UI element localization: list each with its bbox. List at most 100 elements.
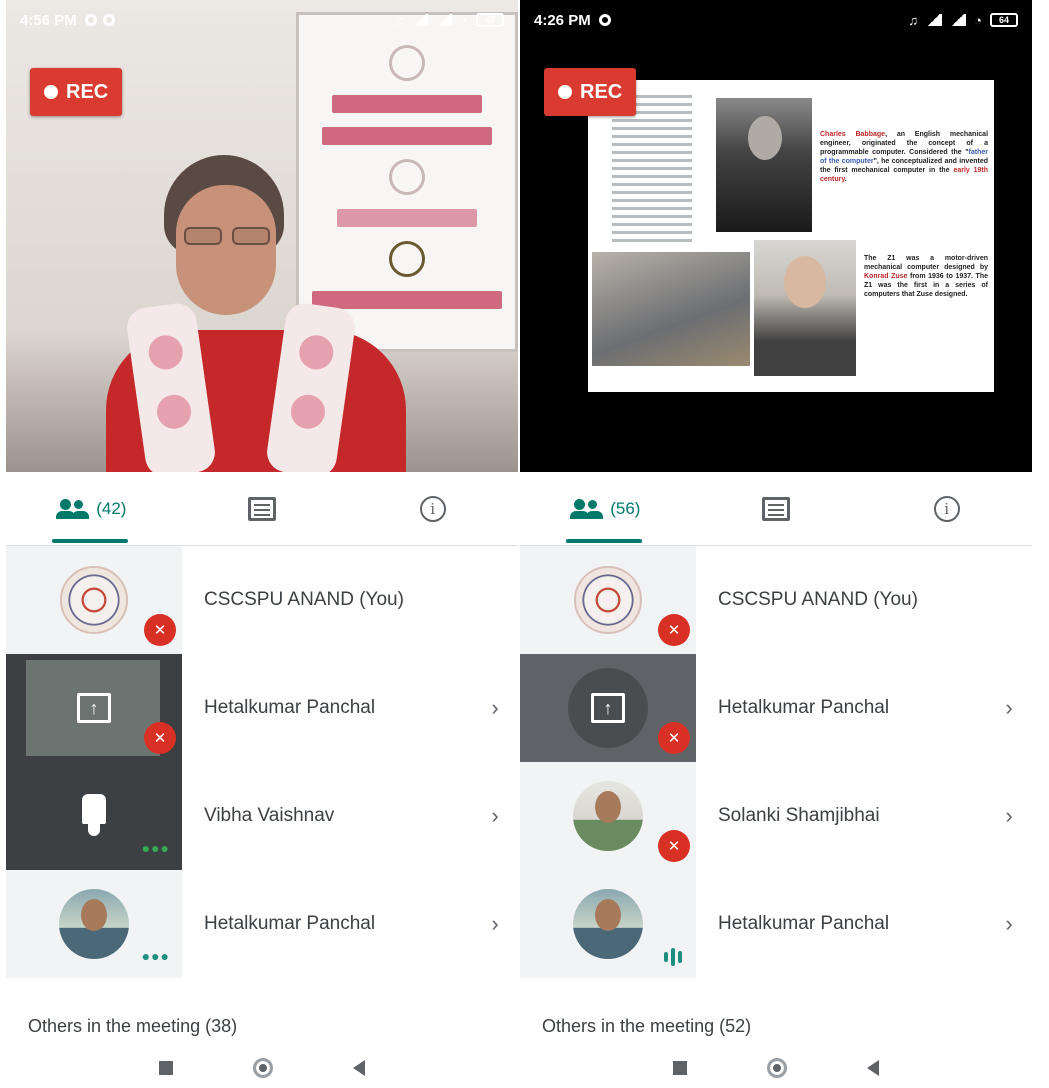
bell-icon bbox=[82, 794, 106, 838]
tab-info[interactable]: i bbox=[347, 472, 518, 545]
participant-name: Vibha Vaishnav bbox=[204, 805, 335, 826]
participant-row[interactable]: Hetalkumar Panchal › bbox=[520, 870, 1032, 978]
participant-row[interactable]: ✕ CSCSPU ANAND (You) bbox=[520, 546, 1032, 654]
battery-icon: 67 bbox=[476, 13, 504, 27]
wifi-icon: ◔ bbox=[460, 12, 468, 28]
tab-bar: (42) i bbox=[6, 472, 518, 546]
participant-name: Solanki Shamjibhai bbox=[718, 805, 880, 826]
avatar bbox=[573, 889, 643, 959]
participant-row[interactable]: ●●● Hetalkumar Panchal › bbox=[6, 870, 518, 978]
mic-off-icon: ✕ bbox=[144, 614, 176, 646]
slide-portrait-babbage bbox=[716, 98, 812, 232]
participant-name: Hetalkumar Panchal bbox=[718, 697, 890, 718]
rec-label: REC bbox=[66, 80, 109, 103]
tab-bar: (56) i bbox=[520, 472, 1032, 546]
participant-tile bbox=[520, 870, 696, 978]
participant-row[interactable]: ●●● Vibha Vaishnav › bbox=[6, 762, 518, 870]
slide-text-babbage: Charles Babbage, an English mechanical e… bbox=[820, 131, 989, 183]
presentation-slide: Charles Babbage, an English mechanical e… bbox=[588, 80, 994, 392]
participant-name: CSCSPU ANAND (You) bbox=[718, 589, 918, 610]
tab-chat[interactable] bbox=[177, 472, 348, 545]
rec-label: REC bbox=[580, 80, 623, 103]
info-icon: i bbox=[933, 495, 960, 522]
tab-people[interactable]: (42) bbox=[6, 472, 177, 545]
chevron-right-icon[interactable]: › bbox=[986, 803, 1032, 829]
status-icons: ♫ ◔ 64 bbox=[908, 13, 1018, 28]
tab-info[interactable]: i bbox=[861, 472, 1032, 545]
avatar bbox=[574, 566, 642, 634]
chat-icon bbox=[248, 496, 276, 521]
signal-icon bbox=[412, 14, 429, 26]
participant-row[interactable]: ↑ ✕ Hetalkumar Panchal › bbox=[6, 654, 518, 762]
android-nav-bar bbox=[520, 1048, 1032, 1088]
back-icon[interactable] bbox=[353, 1060, 365, 1076]
participant-tile: ✕ bbox=[6, 546, 182, 654]
chevron-right-icon[interactable]: › bbox=[472, 911, 518, 937]
others-in-meeting[interactable]: Others in the meeting (52) bbox=[542, 1016, 751, 1037]
more-options-icon: ●●● bbox=[141, 948, 170, 964]
notification-icon bbox=[84, 14, 97, 26]
participant-tile: ●●● bbox=[6, 762, 182, 870]
recents-icon[interactable] bbox=[673, 1061, 687, 1075]
record-dot-icon bbox=[44, 85, 58, 99]
back-icon[interactable] bbox=[867, 1060, 879, 1076]
chevron-right-icon[interactable]: › bbox=[472, 803, 518, 829]
headphones-icon: ♫ bbox=[908, 12, 919, 28]
signal-icon-2 bbox=[436, 14, 453, 26]
chat-icon bbox=[762, 496, 790, 521]
people-icon bbox=[570, 498, 604, 519]
battery-icon: 64 bbox=[990, 13, 1018, 27]
location-icon bbox=[102, 14, 115, 26]
participant-tile: ↑ ✕ bbox=[520, 654, 696, 762]
speaking-indicator-icon bbox=[664, 948, 682, 966]
banner-text-line bbox=[322, 127, 492, 145]
home-icon[interactable] bbox=[253, 1058, 273, 1078]
recording-indicator: REC bbox=[544, 68, 637, 116]
main-video[interactable]: 4:26 PM ♫ ◔ 64 Charles Babbage, an Engli… bbox=[520, 0, 1032, 472]
info-icon: i bbox=[419, 495, 446, 522]
status-time: 4:56 PM bbox=[20, 11, 77, 29]
chevron-right-icon[interactable]: › bbox=[986, 695, 1032, 721]
main-video[interactable]: 4:56 PM ♫ ◔ 67 REC bbox=[6, 0, 518, 472]
mic-off-icon: ✕ bbox=[658, 722, 690, 754]
figure-face bbox=[176, 185, 276, 315]
mic-off-icon: ✕ bbox=[144, 722, 176, 754]
recents-icon[interactable] bbox=[159, 1061, 173, 1075]
participant-row[interactable]: ✕ CSCSPU ANAND (You) bbox=[6, 546, 518, 654]
mic-off-icon: ✕ bbox=[658, 830, 690, 862]
participant-tile: ✕ bbox=[520, 546, 696, 654]
avatar bbox=[59, 889, 129, 959]
banner-emblem bbox=[389, 45, 425, 81]
participant-name: CSCSPU ANAND (You) bbox=[204, 589, 404, 610]
participant-name: Hetalkumar Panchal bbox=[204, 697, 376, 718]
banner-text-line bbox=[332, 95, 482, 113]
present-screen-icon: ↑ bbox=[77, 693, 111, 723]
present-screen-icon: ↑ bbox=[591, 693, 625, 723]
tab-people[interactable]: (56) bbox=[520, 472, 691, 545]
participant-row[interactable]: ↑ ✕ Hetalkumar Panchal › bbox=[520, 654, 1032, 762]
slide-z1-machine-photo bbox=[592, 252, 750, 366]
people-count: (56) bbox=[610, 498, 641, 518]
participant-tile: ●●● bbox=[6, 870, 182, 978]
people-count: (42) bbox=[96, 498, 127, 518]
participant-row[interactable]: ✕ Solanki Shamjibhai › bbox=[520, 762, 1032, 870]
figure-glasses bbox=[184, 227, 270, 245]
status-bar: 4:26 PM ♫ ◔ 64 bbox=[520, 0, 1032, 40]
slide-portrait-zuse bbox=[754, 240, 856, 376]
phone-screen-left: 4:56 PM ♫ ◔ 67 REC (42) i ✕ CSCSPU ANAND… bbox=[6, 0, 518, 1088]
wifi-icon: ◔ bbox=[974, 12, 982, 28]
participant-name: Hetalkumar Panchal bbox=[204, 913, 376, 934]
participant-list: ✕ CSCSPU ANAND (You) ↑ ✕ Hetalkumar Panc… bbox=[520, 546, 1032, 978]
headphones-icon: ♫ bbox=[394, 12, 405, 28]
chevron-right-icon[interactable]: › bbox=[472, 695, 518, 721]
recording-indicator: REC bbox=[30, 68, 123, 116]
others-in-meeting[interactable]: Others in the meeting (38) bbox=[28, 1016, 237, 1037]
home-icon[interactable] bbox=[767, 1058, 787, 1078]
participant-list: ✕ CSCSPU ANAND (You) ↑ ✕ Hetalkumar Panc… bbox=[6, 546, 518, 978]
mic-off-icon: ✕ bbox=[658, 614, 690, 646]
chevron-right-icon[interactable]: › bbox=[986, 911, 1032, 937]
tab-chat[interactable] bbox=[691, 472, 862, 545]
signal-icon-2 bbox=[950, 14, 967, 26]
android-nav-bar bbox=[6, 1048, 518, 1088]
people-icon bbox=[56, 498, 90, 519]
